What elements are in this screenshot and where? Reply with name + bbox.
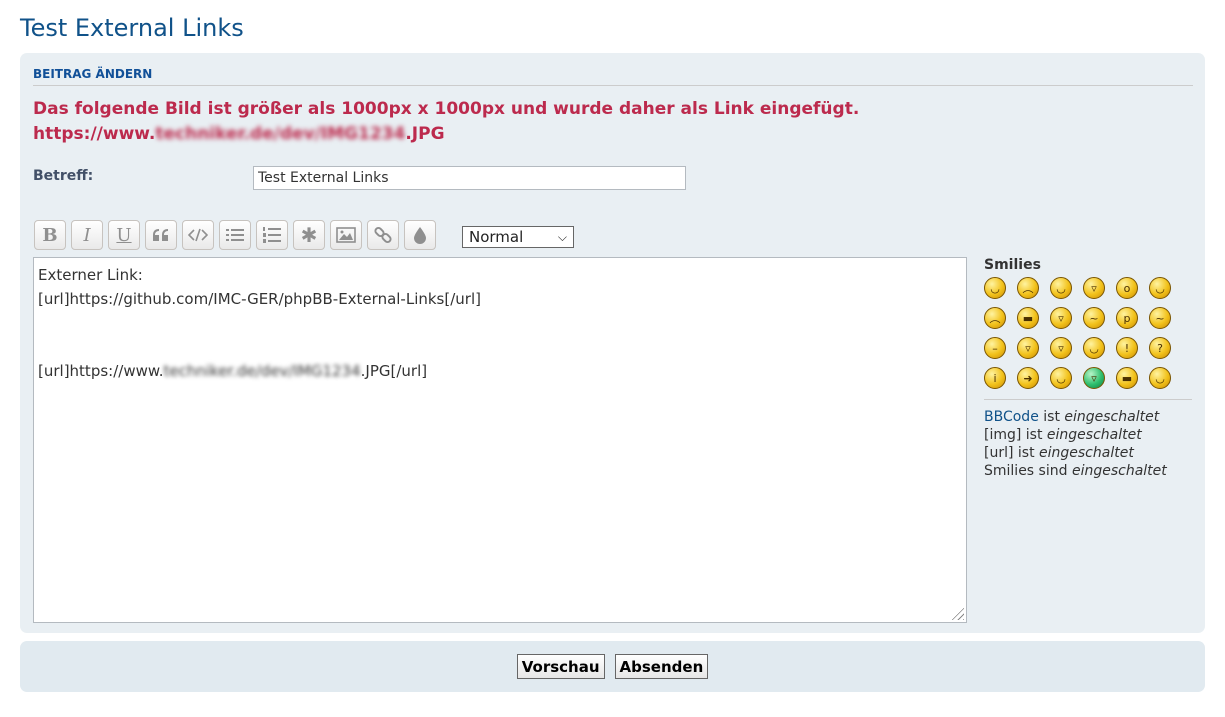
mad-icon[interactable]: ~	[1083, 307, 1105, 329]
evil-icon[interactable]: ▿	[1017, 337, 1039, 359]
bbcode-status: BBCode ist eingeschaltet	[984, 409, 1160, 425]
submit-buttons: Vorschau Absenden	[20, 654, 1205, 679]
italic-icon: I	[83, 224, 91, 246]
smile-icon[interactable]: ◡	[984, 277, 1006, 299]
editor-line: Externer Link:	[38, 266, 143, 284]
error-message: Das folgende Bild ist größer als 1000px …	[33, 97, 859, 147]
list-item-button[interactable]: ✱	[293, 220, 325, 250]
surprised-icon[interactable]: o	[1116, 277, 1138, 299]
smilies-status: Smilies sind eingeschaltet	[984, 463, 1167, 479]
laugh-icon[interactable]: ▿	[1050, 307, 1072, 329]
cool-icon[interactable]: ▬	[1017, 307, 1039, 329]
idea-icon[interactable]: i	[984, 367, 1006, 389]
message-textarea[interactable]: Externer Link: [url]https://github.com/I…	[33, 257, 967, 623]
url-status: [url] ist eingeschaltet	[984, 445, 1134, 461]
post-form-panel: BEITRAG ÄNDERN Das folgende Bild ist grö…	[20, 53, 1205, 633]
posting-options-status: BBCode ist eingeschaltet [img] ist einge…	[984, 408, 1192, 480]
link-icon	[374, 226, 392, 244]
ugeek-icon[interactable]: ▬	[1116, 367, 1138, 389]
code-button[interactable]	[182, 220, 214, 250]
error-url-blurred: techniker.de/dev/IMG1234	[155, 124, 406, 144]
cry-icon[interactable]: ︵	[984, 307, 1006, 329]
quote-button[interactable]	[145, 220, 177, 250]
error-line-1: Das folgende Bild ist größer als 1000px …	[33, 99, 860, 119]
smilies-grid: ◡ ︵ ◡ ▿ o ◡ ︵ ▬ ▿ ~ p ~ – ▿ ▿ ◡!? i ➜ ◡ ▿ ▬ ◡	[984, 277, 1192, 389]
question-icon[interactable]: ?	[1149, 337, 1171, 359]
arrow-icon[interactable]: ➜	[1017, 367, 1039, 389]
asterisk-icon: ✱	[300, 223, 318, 247]
numbered-list-button[interactable]	[256, 220, 288, 250]
list-button[interactable]	[219, 220, 251, 250]
page-title[interactable]: Test External Links	[20, 14, 244, 42]
glasses-icon[interactable]: ◡	[1149, 277, 1171, 299]
exclamation-icon[interactable]: !	[1116, 337, 1138, 359]
error-url-prefix: https://www.	[33, 124, 156, 144]
grin-icon[interactable]: ▿	[1083, 277, 1105, 299]
color-drop-icon	[414, 227, 426, 244]
editor-line: [url]https://github.com/IMC-GER/phpBB-Ex…	[38, 290, 481, 308]
preview-button[interactable]: Vorschau	[516, 654, 605, 679]
twisted-icon[interactable]: ▿	[1050, 337, 1072, 359]
error-url-suffix: .JPG	[405, 124, 445, 144]
tongue-icon[interactable]: p	[1116, 307, 1138, 329]
bold-button[interactable]: B	[34, 220, 66, 250]
image-icon	[336, 227, 356, 243]
bold-icon: B	[42, 224, 58, 246]
submit-button[interactable]: Absenden	[614, 654, 709, 679]
divider	[984, 399, 1192, 400]
geek-icon[interactable]: ◡	[1050, 367, 1072, 389]
chevron-down-icon: ⌵	[557, 229, 567, 244]
numbered-list-icon	[263, 227, 281, 243]
quote-icon	[153, 229, 168, 241]
error-line-2: https://www.techniker.de/dev/IMG1234.JPG	[33, 122, 859, 147]
link-button[interactable]	[367, 220, 399, 250]
editor-url-blurred: techniker.de/dev/IMG1234	[163, 362, 361, 380]
image-button[interactable]	[330, 220, 362, 250]
code-icon	[188, 228, 208, 242]
font-size-select[interactable]: Normal ⌵	[462, 226, 574, 248]
editor-line: [url]https://www.techniker.de/dev/IMG123…	[38, 362, 428, 380]
bbcode-toolbar: B I U ✱	[34, 220, 436, 250]
color-button[interactable]	[404, 220, 436, 250]
resize-handle[interactable]	[950, 606, 964, 620]
neutral-icon[interactable]: –	[984, 337, 1006, 359]
bbcode-link[interactable]: BBCode	[984, 409, 1039, 425]
smilies-box: Smilies ◡ ︵ ◡ ▿ o ◡ ︵ ▬ ▿ ~ p ~ – ▿ ▿ ◡!? i ➜ ◡ ▿ ▬ ◡ BBCode …	[984, 257, 1192, 480]
sad-icon[interactable]: ︵	[1017, 277, 1039, 299]
green-grin-icon[interactable]: ▿	[1083, 367, 1105, 389]
submit-panel: Vorschau Absenden	[20, 641, 1205, 692]
confused-icon[interactable]: ~	[1149, 307, 1171, 329]
subject-label: Betreff:	[33, 168, 94, 184]
smilies-title: Smilies	[984, 257, 1041, 273]
italic-button[interactable]: I	[71, 220, 103, 250]
font-size-value: Normal	[469, 228, 524, 246]
panel-heading: BEITRAG ÄNDERN	[33, 67, 1193, 86]
list-icon	[226, 229, 244, 241]
nerd-icon[interactable]: ◡	[1149, 367, 1171, 389]
img-status: [img] ist eingeschaltet	[984, 427, 1142, 443]
underline-button[interactable]: U	[108, 220, 140, 250]
underline-icon: U	[116, 224, 132, 246]
wink-icon[interactable]: ◡	[1050, 277, 1072, 299]
subject-input[interactable]	[253, 166, 686, 190]
rolleyes-icon[interactable]: ◡	[1083, 337, 1105, 359]
